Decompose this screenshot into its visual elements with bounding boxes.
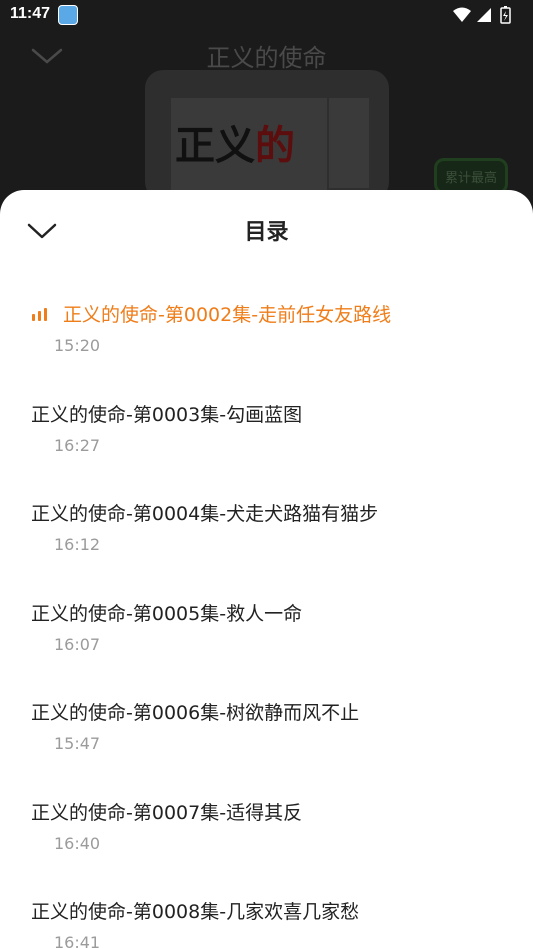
- wifi-icon: [453, 7, 471, 22]
- episode-title: 正义的使命-第0005集-救人一命: [31, 602, 303, 625]
- episode-item[interactable]: 正义的使命-第0008集-几家欢喜几家愁 16:41: [0, 887, 533, 948]
- episode-item[interactable]: 正义的使命-第0006集-树欲静而风不止 15:47: [0, 688, 533, 788]
- episode-item[interactable]: 正义的使命-第0005集-救人一命 16:07: [0, 589, 533, 689]
- episode-duration: 16:12: [54, 535, 101, 554]
- episode-list-sheet: 目录 正义的使命-第0002集-走前任女友路线 15:20 正义的使命-第000…: [0, 190, 533, 948]
- episode-item[interactable]: 正义的使命-第0007集-适得其反 16:40: [0, 788, 533, 888]
- episode-duration: 16:27: [54, 435, 101, 455]
- episode-duration: 16:07: [54, 634, 101, 654]
- episode-title: 正义的使命-第0008集-几家欢喜几家愁: [31, 901, 360, 923]
- episode-item[interactable]: 正义的使命-第0004集-犬走犬路猫有猫步 16:12: [0, 489, 533, 589]
- episode-item-active[interactable]: 正义的使命-第0002集-走前任女友路线 15:20: [0, 290, 533, 390]
- album-cover: 正义的: [145, 70, 389, 200]
- sheet-title: 目录: [244, 220, 289, 245]
- episode-title: 正义的使命-第0007集-适得其反: [31, 801, 303, 824]
- episode-title: 正义的使命-第0004集-犬走犬路猫有猫步: [31, 503, 379, 525]
- signal-icon: [477, 8, 491, 22]
- status-bar: 11:47: [0, 0, 533, 30]
- system-status-icons: [453, 6, 511, 24]
- player-title: 正义的使命: [206, 44, 327, 72]
- app-notification-icon: [58, 5, 78, 25]
- episode-list: 正义的使命-第0002集-走前任女友路线 15:20 正义的使命-第0003集-…: [0, 290, 533, 948]
- episode-duration: 15:20: [54, 336, 101, 355]
- cover-side-text: [329, 98, 369, 188]
- episode-title: 正义的使命-第0003集-勾画蓝图: [31, 403, 303, 426]
- rank-badge: 累计最高: [434, 158, 508, 194]
- status-time: 11:47: [10, 5, 51, 22]
- episode-duration: 16:40: [54, 833, 101, 853]
- episode-duration: 16:41: [54, 933, 101, 948]
- episode-duration: 15:47: [54, 734, 101, 753]
- episode-item[interactable]: 正义的使命-第0003集-勾画蓝图 16:27: [0, 390, 533, 490]
- episode-title: 正义的使命-第0002集-走前任女友路线: [63, 304, 392, 326]
- episode-title: 正义的使命-第0006集-树欲静而风不止: [31, 702, 360, 724]
- cover-poster: 正义的: [171, 98, 327, 194]
- now-playing-icon: [32, 307, 50, 321]
- sheet-header: 目录: [0, 190, 533, 270]
